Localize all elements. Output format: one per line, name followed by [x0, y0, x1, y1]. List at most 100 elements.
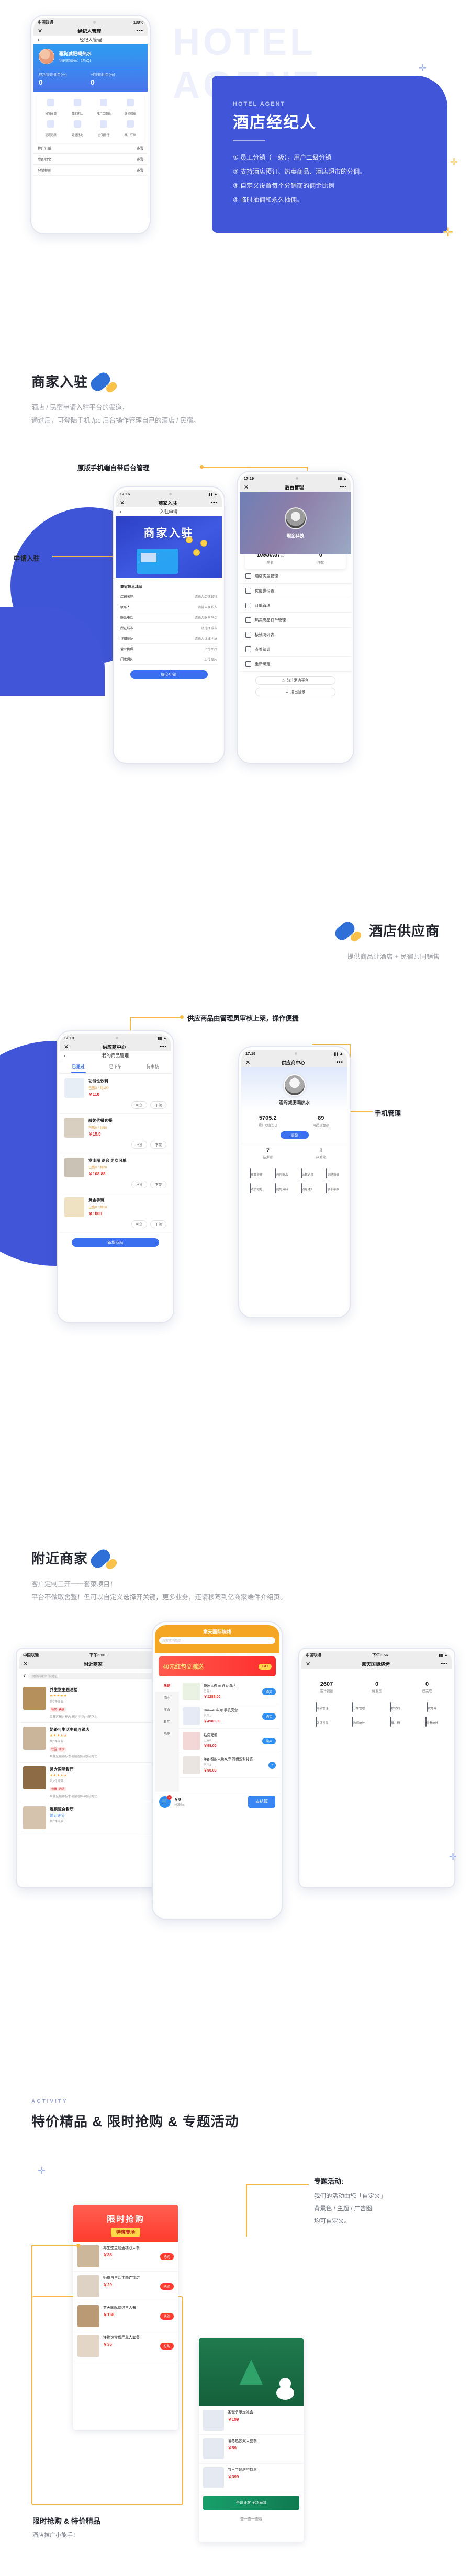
form-row[interactable]: 联系电话 请输入联系电话	[120, 612, 217, 623]
flash-goods-row[interactable]: 意天国际烧烤三人餐 ￥168 抢购	[73, 2301, 178, 2331]
menu-item-rebind[interactable]: 重新绑定	[240, 657, 351, 672]
back-icon[interactable]: ‹	[23, 1671, 26, 1681]
more-icon[interactable]: •••	[441, 1661, 448, 1667]
restock-button[interactable]: 补货	[131, 1101, 148, 1109]
grid-item[interactable]: 分销商城	[38, 99, 64, 117]
goods-row[interactable]: 酸奶代餐套餐 已售0 / 共50 ￥15.9 补货 下架	[60, 1114, 171, 1153]
submit-application-button[interactable]: 提交申请	[130, 670, 208, 679]
withdraw-button[interactable]: 提现	[280, 1131, 309, 1139]
flash-goods-row[interactable]: 养生堂主题酒楼双人餐 ￥88 抢购	[73, 2242, 178, 2272]
grid-item[interactable]: 查看统计	[413, 1717, 450, 1727]
more-icon[interactable]: •••	[136, 28, 143, 34]
close-icon[interactable]: ✕	[64, 1043, 69, 1050]
category-item[interactable]: 零食	[155, 1704, 179, 1716]
grid-item[interactable]: 推广订单	[117, 120, 144, 139]
grid-item[interactable]: 提现记录	[320, 1168, 345, 1178]
grid-item[interactable]: 提现记录	[38, 120, 64, 139]
cart-icon[interactable]: 🛒 0	[159, 1795, 172, 1808]
buy-button[interactable]: 购买	[262, 1688, 276, 1695]
buy-button[interactable]: 购买	[262, 1712, 276, 1720]
close-icon[interactable]: ✕	[306, 1661, 310, 1667]
grid-item[interactable]: 优惠券	[413, 1702, 450, 1712]
goods-row[interactable]: 快乐大碗面 鲜香浓汤 已售2 ￥1288.00 购买	[179, 1679, 279, 1704]
grid-item[interactable]: 推广二维码	[91, 99, 117, 117]
grid-item[interactable]: 商品管理	[243, 1168, 269, 1178]
category-item[interactable]: 电器	[155, 1728, 179, 1740]
category-item[interactable]: 酒水	[155, 1692, 179, 1704]
grid-item[interactable]: 我的资料	[269, 1183, 295, 1193]
shop-card[interactable]: 奶茶与生活主题连锁店 ★★★★★ 共5件商品 饮品 | 茶饮 岳麓区麓谷标志·麓…	[19, 1723, 170, 1763]
list-item[interactable]: 推广订单 查看	[33, 143, 148, 154]
promo-footer[interactable]: 查一查一查看	[199, 2513, 304, 2525]
shop-card[interactable]: 意大国际餐厅 ★★★★★ 共6件商品 电器 | 通讯 岳麓区麓谷标志·麓谷坐标(…	[19, 1763, 170, 1802]
form-row[interactable]: 店铺名称 请输入店铺名称	[120, 592, 217, 602]
list-item[interactable]: 分销规则 查看	[33, 165, 148, 176]
menu-item-hot-goods-order[interactable]: 热卖商品订单管理	[240, 613, 351, 628]
form-row[interactable]: 门店照片 上传图片	[120, 654, 217, 665]
menu-item-room-manage[interactable]: 酒店房型管理	[240, 569, 351, 584]
tab-offshelf[interactable]: 已下架	[97, 1060, 134, 1073]
form-row[interactable]: 详细地址 请输入详细地址	[120, 633, 217, 644]
menu-item-statistics[interactable]: 查看统计	[240, 642, 351, 657]
flash-goods-row[interactable]: 奶茶与生活主题连锁店 ￥29 抢购	[73, 2272, 178, 2301]
add-to-cart-button[interactable]: +	[268, 1762, 276, 1769]
flash-goods-row[interactable]: 连锁速食餐厅单人套餐 ￥35 抢购	[73, 2331, 178, 2361]
grid-item[interactable]: 消息通知	[295, 1183, 320, 1193]
grid-item[interactable]: 订单管理	[340, 1702, 377, 1712]
promo-goods-row[interactable]: 节日主题房型特惠 ￥399	[199, 2464, 304, 2492]
offshelf-button[interactable]: 下架	[150, 1220, 166, 1228]
grid-item[interactable]: 数据统计	[340, 1717, 377, 1727]
grab-button[interactable]: 抢购	[160, 2312, 174, 2320]
offshelf-button[interactable]: 下架	[150, 1181, 166, 1188]
form-row[interactable]: 所在城市 请选择城市	[120, 623, 217, 633]
grid-item[interactable]: 分销排行	[91, 120, 117, 139]
grid-item[interactable]: 核销码	[377, 1702, 413, 1712]
grid-item[interactable]: 推广码	[377, 1717, 413, 1727]
grab-button[interactable]: 抢购	[160, 2253, 174, 2260]
shop-card[interactable]: 连锁速食餐厅 暂无评分 共3件商品	[19, 1802, 170, 1833]
menu-item-verify-code-list[interactable]: 核销码列表	[240, 628, 351, 642]
tab-pending[interactable]: 待审核	[134, 1060, 171, 1073]
restock-button[interactable]: 补货	[131, 1141, 148, 1149]
grid-item[interactable]: 商品管理	[304, 1702, 340, 1712]
more-icon[interactable]: •••	[210, 500, 218, 506]
logout-button[interactable]: ⏻ 退出登录	[255, 688, 336, 696]
go-hotel-platform-button[interactable]: ⌂ 前往酒店平台	[255, 676, 336, 685]
back-icon[interactable]: ‹	[120, 509, 121, 514]
menu-item-order-manage[interactable]: 订单管理	[240, 598, 351, 613]
promo-goods-row[interactable]: 暖冬热饮双人套餐 ￥59	[199, 2435, 304, 2464]
buy-button[interactable]: 购买	[262, 1737, 276, 1744]
category-item[interactable]: 日用	[155, 1716, 179, 1728]
coupon-go-button[interactable]: GO	[259, 1663, 272, 1670]
category-item[interactable]: 热销	[155, 1679, 179, 1692]
close-icon[interactable]: ✕	[120, 500, 125, 506]
form-row[interactable]: 联系人 请输入联系人	[120, 602, 217, 612]
grid-item[interactable]: 联系客服	[320, 1183, 345, 1193]
search-input[interactable]: 搜索店内商品	[159, 1637, 275, 1644]
tab-approved[interactable]: 已通过	[60, 1060, 97, 1073]
goods-row[interactable]: 黄金手链 已售0 / 共10 ￥1000 补货 下架	[60, 1193, 171, 1233]
grid-item[interactable]: 佣金明细	[117, 99, 144, 117]
more-icon[interactable]: •••	[160, 1044, 167, 1050]
grab-button[interactable]: 抢购	[160, 2283, 174, 2290]
goods-row[interactable]: 美的智能电热水壶 可保温科技感 已售3 ￥50.00 +	[179, 1753, 279, 1778]
search-input[interactable]: 搜索商家名称/地址	[28, 1672, 159, 1679]
offshelf-button[interactable]: 下架	[150, 1141, 166, 1149]
grid-item[interactable]: 邀请好友	[64, 120, 91, 139]
add-goods-button[interactable]: 新增商品	[72, 1238, 159, 1247]
grab-button[interactable]: 抢购	[160, 2342, 174, 2350]
more-icon[interactable]: •••	[336, 1060, 343, 1065]
close-icon[interactable]: ✕	[23, 1661, 28, 1667]
form-row[interactable]: 营业执照 上传图片	[120, 644, 217, 654]
promo-banner[interactable]: 圣诞狂欢 全场满减	[203, 2496, 299, 2510]
close-icon[interactable]: ✕	[245, 1059, 250, 1066]
goods-row[interactable]: 堂山丽 路合 男女可单 已售0 / 共20 ￥108.88 补货 下架	[60, 1153, 171, 1193]
goods-row[interactable]: 功能性饮料 已售3 / 共100 ￥110 补货 下架	[60, 1074, 171, 1114]
close-icon[interactable]: ✕	[38, 28, 42, 35]
grid-item[interactable]: 已售商品	[269, 1168, 295, 1178]
shop-card[interactable]: 养生堂主题酒楼 ★★★★★ 共3件商品 餐饮 | 美食 岳麓区麓谷标志·麓谷坐标…	[19, 1683, 170, 1723]
list-item[interactable]: 我的佣金 查看	[33, 154, 148, 165]
grid-item[interactable]: 店铺设置	[304, 1717, 340, 1727]
checkout-button[interactable]: 去结算	[248, 1796, 275, 1808]
grid-item[interactable]: 结算记录	[295, 1168, 320, 1178]
